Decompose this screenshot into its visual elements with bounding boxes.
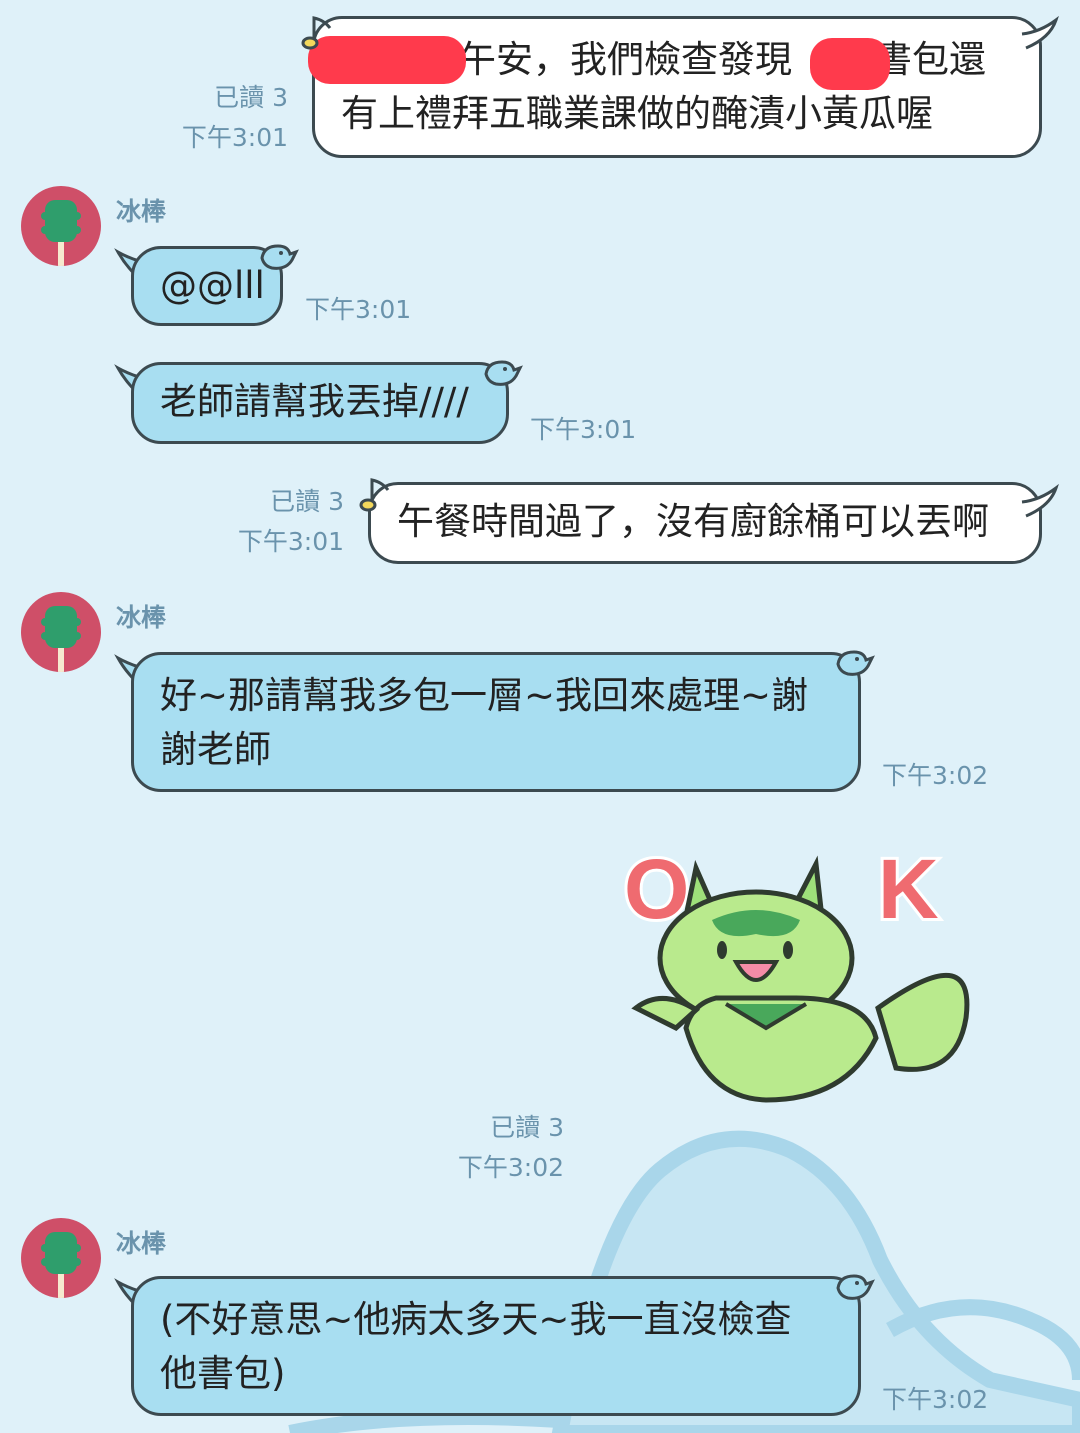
- bird-icon: [836, 1274, 875, 1300]
- message-text: @@lll: [160, 264, 265, 307]
- sticker-letter-k: K: [878, 842, 939, 936]
- avatar[interactable]: [21, 1218, 101, 1298]
- message-time: 下午3:02: [457, 1153, 564, 1182]
- avatar-popsicle-icon: [41, 606, 81, 672]
- message-text-line: 他書包): [160, 1352, 286, 1395]
- message-time: 下午3:02: [882, 761, 989, 790]
- message-text: 老師請幫我丟掉////: [160, 380, 469, 423]
- bird-icon: [484, 360, 523, 386]
- message-time: 下午3:01: [181, 123, 288, 152]
- outgoing-message-bubble[interactable]: 午餐時間過了，沒有廚餘桶可以丟啊: [368, 482, 1042, 564]
- sender-name: 冰棒: [116, 603, 167, 632]
- message-text-line: (不好意思~他病太多天~我一直沒檢查: [160, 1298, 792, 1341]
- message-text-line: 好~那請幫我多包一層~我回來處理~謝: [160, 674, 809, 717]
- music-note-icon: [359, 478, 390, 512]
- redaction-mark: [810, 38, 890, 90]
- bird-icon: [836, 650, 875, 676]
- message-text-line: 書包還: [875, 38, 986, 81]
- message-time: 下午3:02: [882, 1385, 989, 1414]
- avatar-popsicle-icon: [41, 200, 81, 266]
- message-time: 下午3:01: [237, 527, 344, 556]
- message-text-line: 謝老師: [160, 728, 271, 771]
- sender-name: 冰棒: [116, 1229, 167, 1258]
- incoming-message-bubble[interactable]: 好~那請幫我多包一層~我回來處理~謝 謝老師: [131, 652, 861, 792]
- message-time: 下午3:01: [530, 415, 637, 444]
- bubble-tail: [1021, 15, 1059, 50]
- avatar-popsicle-icon: [41, 1232, 81, 1298]
- message-time: 下午3:01: [305, 295, 412, 324]
- read-receipt: 已讀 3: [490, 1113, 564, 1142]
- incoming-message-bubble[interactable]: 老師請幫我丟掉////: [131, 362, 509, 444]
- ok-cat-sticker[interactable]: O K: [616, 838, 976, 1108]
- avatar[interactable]: [21, 186, 101, 266]
- read-receipt: 已讀 3: [214, 83, 288, 112]
- avatar[interactable]: [21, 592, 101, 672]
- message-text: 午餐時間過了，沒有廚餘桶可以丟啊: [397, 500, 989, 543]
- bird-icon: [260, 244, 299, 270]
- music-note-icon: [301, 16, 332, 50]
- message-text-line: 午安，我們檢查發現: [459, 38, 792, 81]
- message-text-line: 有上禮拜五職業課做的醃漬小黃瓜喔: [341, 92, 933, 135]
- sender-name: 冰棒: [116, 197, 167, 226]
- bubble-tail: [1021, 483, 1059, 518]
- incoming-message-bubble[interactable]: (不好意思~他病太多天~我一直沒檢查 他書包): [131, 1276, 861, 1416]
- read-receipt: 已讀 3: [270, 487, 344, 516]
